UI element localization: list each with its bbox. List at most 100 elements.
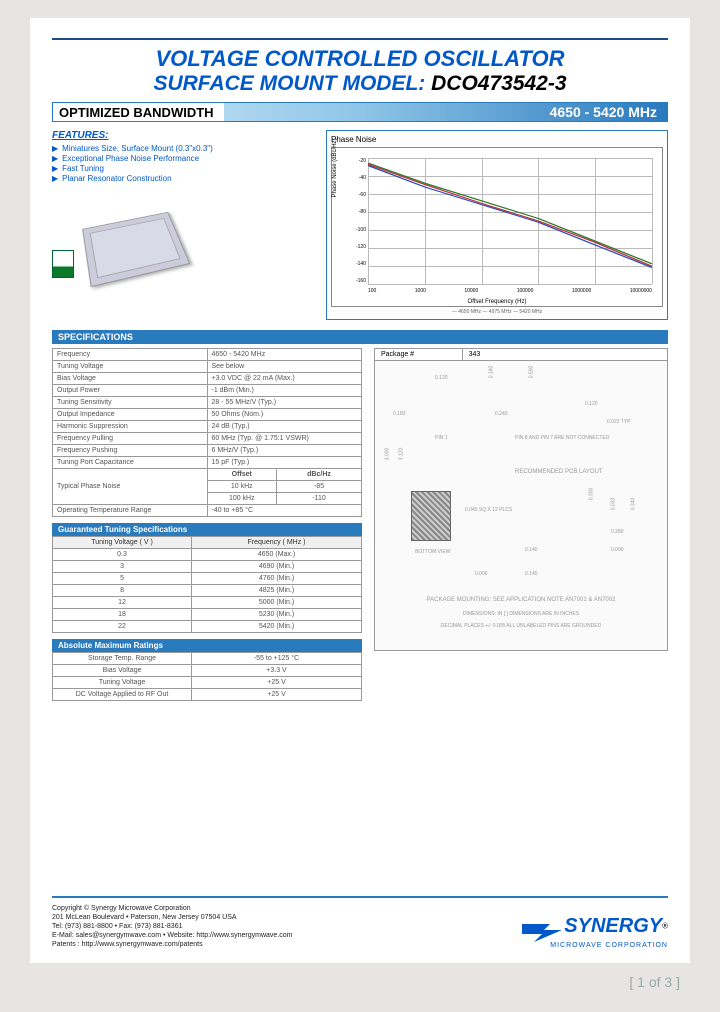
dim-label: 0.183 [393,411,406,417]
spec-value: -40 to +85 °C [207,505,362,517]
chart-plot: -20 -40 -60 -80 -100 -120 -140 -160 [331,147,663,307]
xtick: 10000 [464,288,478,294]
feature-item: ▶ Exceptional Phase Noise Performance [52,154,312,163]
spec-name: Tuning Port Capacitance [53,457,208,469]
tuning-heading: Guaranteed Tuning Specifications [52,523,362,536]
ytick: -120 [346,244,366,250]
spec-value: See below [207,361,362,373]
registered-icon: ® [662,921,668,930]
copyright: Copyright © Synergy Microwave Corporatio… [52,904,293,913]
dim-label: 3.000 [384,448,390,461]
feature-text: Exceptional Phase Noise Performance [62,154,199,163]
spec-value: 4650 - 5420 MHz [207,349,362,361]
package-diagram: 0.120 0.180 0.500 0.183 0.240 0.120 0.02… [374,361,668,651]
pin-label: PIN 1 [435,435,448,441]
bandwidth-value: 4650 - 5420 MHz [550,104,667,120]
col-header: Frequency ( MHz ) [192,537,362,549]
package-note: DECIMAL PLACES +/- 0.005 ALL UNLABELED P… [385,623,657,629]
spec-row: Frequency Pushing6 MHz/V (Typ.) [53,445,362,457]
company-subtitle: MICROWAVE CORPORATION [520,942,668,949]
spec-name: Output Impedance [53,409,208,421]
package-value: 343 [463,349,487,360]
rohs-icon [52,250,74,278]
table-header-row: Tuning Voltage ( V )Frequency ( MHz ) [53,537,362,549]
spec-row: Tuning VoltageSee below [53,361,362,373]
layout-label: RECOMMENDED PCB LAYOUT [515,469,603,475]
tuning-table: Tuning Voltage ( V )Frequency ( MHz ) 0.… [52,536,362,633]
spec-row: Output Power-1 dBm (Min.) [53,385,362,397]
table-row: DC Voltage Applied to RF Out+25 V [53,689,362,701]
ytick: -80 [346,209,366,215]
spec-value: -1 dBm (Min.) [207,385,362,397]
spec-name: Frequency Pulling [53,433,208,445]
features-list: ▶ Miniatures Size, Surface Mount (0.3"x0.… [52,144,312,183]
ytick: -40 [346,175,366,181]
datasheet-page: VOLTAGE CONTROLLED OSCILLATOR SURFACE MO… [30,18,690,963]
ytick: -20 [346,158,366,164]
specs-table: Frequency4650 - 5420 MHz Tuning VoltageS… [52,348,362,517]
table-row: Bias Voltage+3.3 V [53,665,362,677]
dim-label: 0.340 [630,498,636,511]
spec-row: Harmonic Suppression24 dB (Typ.) [53,421,362,433]
dim-label: 0.140 [525,547,538,553]
table-row: 34690 (Min.) [53,561,362,573]
dim-label: 0.045 SQ X 12 PLCS [465,507,512,513]
chart-lines [368,158,652,284]
note-label: PIN 8 AND PIN 7 ARE NOT CONNECTED [515,435,609,441]
chart-col: Phase Noise -20 -40 -60 -80 -100 -120 -1… [326,130,668,320]
spec-row: Operating Temperature Range-40 to +85 °C [53,505,362,517]
specs-heading: SPECIFICATIONS [52,330,668,344]
xtick: 100 [368,288,376,294]
view-label: BOTTOM VIEW [415,549,450,555]
bullet-icon: ▶ [52,154,58,163]
synergy-logo-icon [520,918,564,942]
spec-name: Tuning Sensitivity [53,397,208,409]
dim-label: 0.500 [528,366,534,379]
table-row: Storage Temp. Range-55 to +125 °C [53,653,362,665]
dim-label: 0.006 [475,571,488,577]
spec-name: Typical Phase Noise [53,469,208,505]
table-row: Tuning Voltage+25 V [53,677,362,689]
bottom-view-box [411,491,451,541]
spec-name: Tuning Voltage [53,361,208,373]
dim-label: 0.090 [611,547,624,553]
spec-name: Output Power [53,385,208,397]
feature-item: ▶ Miniatures Size, Surface Mount (0.3"x0.… [52,144,312,153]
product-image-area [52,213,312,278]
col-header: Tuning Voltage ( V ) [53,537,192,549]
spec-subheader: OffsetdBc/Hz [207,469,362,481]
phase-noise-chart: Phase Noise -20 -40 -60 -80 -100 -120 -1… [326,130,668,320]
dim-label: 0.180 [488,366,494,379]
specs-left-col: Frequency4650 - 5420 MHz Tuning VoltageS… [52,348,362,701]
table-row: 225420 (Min.) [53,621,362,633]
bullet-icon: ▶ [52,144,58,153]
bandwidth-label: OPTIMIZED BANDWIDTH [53,103,224,121]
ytick: -160 [346,278,366,284]
chart-title: Phase Noise [331,135,663,144]
top-rule [52,38,668,40]
table-row: 54760 (Min.) [53,573,362,585]
model-number: DCO473542-3 [431,72,566,95]
spec-row: Tuning Port Capacitance15 pF (Typ.) [53,457,362,469]
spec-row: Bias Voltage+3.0 VDC @ 22 mA (Max.) [53,373,362,385]
table-row: 125000 (Min.) [53,597,362,609]
company-name: SYNERGY [564,915,662,937]
spec-value: 28 - 55 MHz/V (Typ.) [207,397,362,409]
component-photo [82,212,190,287]
spec-value: +3.0 VDC @ 22 mA (Max.) [207,373,362,385]
dim-label: 0.120 [585,401,598,407]
page-number: [ 1 of 3 ] [629,974,680,990]
address: 201 McLean Boulevard • Paterson, New Jer… [52,913,293,922]
dim-label: 0.033 [610,498,616,511]
spec-row: Frequency Pulling60 MHz (Typ. @ 1.75:1 V… [53,433,362,445]
ytick: -100 [346,227,366,233]
spec-name: Bias Voltage [53,373,208,385]
chart-yticks: -20 -40 -60 -80 -100 -120 -140 -160 [346,158,366,284]
dim-label: 0.300 [588,488,594,501]
spec-value: 15 pF (Typ.) [207,457,362,469]
feature-text: Miniatures Size, Surface Mount (0.3"x0.3… [62,144,213,153]
company-logo: SYNERGY® MICROWAVE CORPORATION [520,915,668,949]
patents-link: Patents : http://www.synergymwave.com/pa… [52,940,293,949]
dim-label: 3.120 [398,448,404,461]
spec-name: Frequency [53,349,208,361]
